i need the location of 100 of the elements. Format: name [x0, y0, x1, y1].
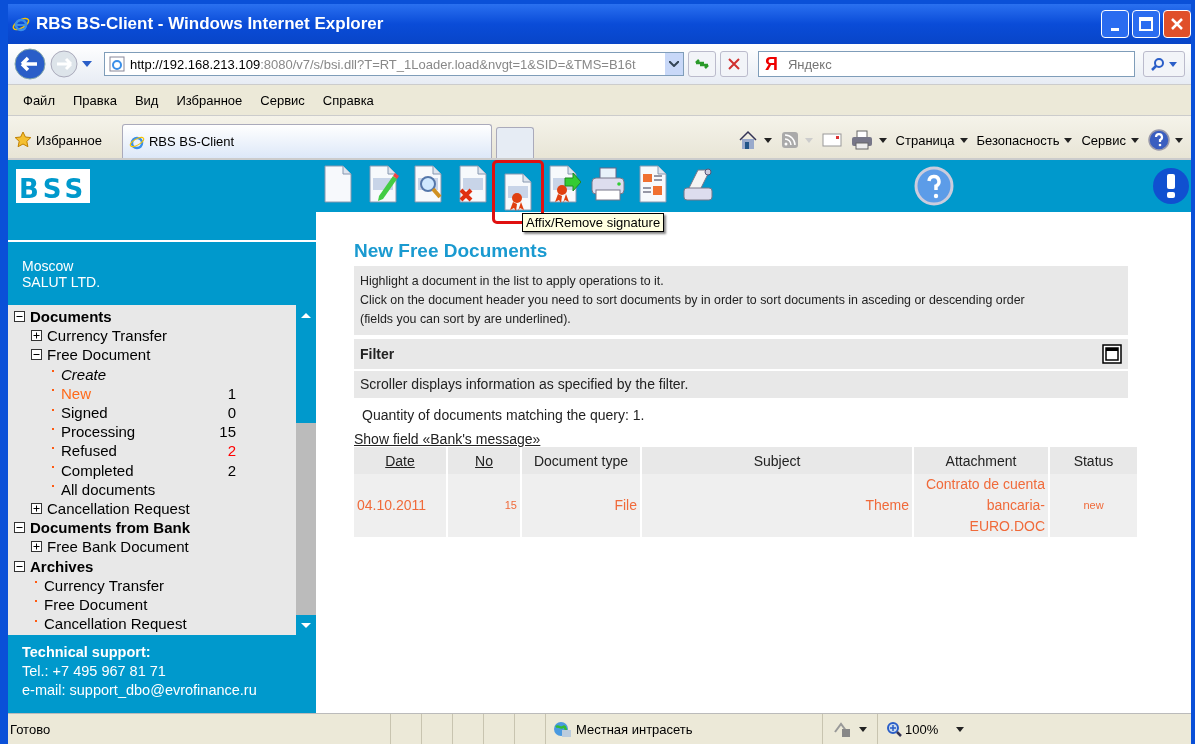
search-button[interactable] [1143, 51, 1185, 77]
caret-icon [1175, 137, 1183, 143]
caret-icon [959, 137, 968, 143]
column-header: Document type [522, 447, 640, 474]
menu-item[interactable]: Файл [16, 90, 62, 110]
filter-label: Filter [360, 346, 395, 362]
bank-logo: BSS [16, 169, 90, 203]
command-menu[interactable]: Безопасность [976, 132, 1073, 148]
status-text: Готово [10, 721, 52, 737]
tree-link[interactable]: Currency Transfer [44, 576, 296, 594]
expand-icon[interactable] [31, 541, 42, 553]
column-header[interactable]: No [448, 447, 520, 474]
browser-tab[interactable]: RBS BS-Client [121, 124, 492, 158]
zoom-icon [886, 721, 902, 737]
table-cell: 04.10.2011 [354, 474, 446, 537]
dropdown-arrow-icon[interactable] [878, 137, 887, 143]
back-button[interactable] [14, 48, 46, 80]
menu-item[interactable]: Вид [127, 90, 166, 110]
table-cell: new [1050, 474, 1137, 537]
print-icon [590, 164, 626, 204]
star-icon [14, 131, 32, 149]
mail-icon[interactable] [821, 133, 842, 147]
page-icon [109, 56, 125, 72]
menu-item[interactable]: Избранное [169, 90, 250, 110]
tree-folder[interactable]: Free Bank Document [47, 538, 296, 556]
command-menu[interactable]: Сервис [1081, 132, 1139, 148]
dropdown-button[interactable] [665, 53, 683, 75]
tree-folder[interactable]: Free Document [47, 346, 296, 364]
dropdown-arrow-icon[interactable] [763, 137, 772, 143]
address-field[interactable]: http://192.168.213.109:8080/v7/s/bsi.dll?T=RT_1Loader.load&nvgt=1&SID=&TMS=B16t [104, 52, 684, 76]
caret-icon [1064, 137, 1073, 143]
page-title: New Free Documents [354, 240, 549, 262]
browser-logo-icon [12, 15, 30, 33]
command-menu[interactable]: Страница [895, 132, 968, 148]
tree-link[interactable]: Completed [61, 461, 212, 479]
favorites-button[interactable]: Избранное [14, 122, 122, 158]
tree-link[interactable]: Cancellation Request [44, 615, 296, 633]
support-title: Technical support: [22, 643, 152, 662]
help-icon [1148, 129, 1170, 151]
quantity-text: Quantity of documents matching the query: 1. [362, 407, 646, 423]
document-count: 1 [226, 384, 236, 402]
refresh-button[interactable] [688, 51, 716, 77]
show-field-link[interactable]: Show field «Bank's message» [354, 431, 541, 447]
expand-filter-icon[interactable] [1102, 344, 1122, 364]
network-globe-icon [552, 720, 572, 738]
expand-icon[interactable] [31, 502, 42, 514]
caret-icon [1131, 137, 1139, 143]
caret-icon [1169, 61, 1177, 67]
tooltip: Affix/Remove signature [522, 213, 665, 232]
expand-icon[interactable] [31, 330, 42, 342]
column-header[interactable]: Date [354, 447, 446, 474]
alert-icon[interactable] [1151, 166, 1191, 206]
collapse-icon[interactable] [14, 560, 25, 572]
dropdown-arrow-icon[interactable] [956, 726, 965, 732]
support-phone: Tel.: +7 495 967 81 71 [22, 662, 167, 681]
tree-folder[interactable]: Currency Transfer [47, 327, 296, 345]
table-cell: Theme [642, 474, 912, 537]
tree-link[interactable]: Signed [61, 404, 212, 422]
menu-item[interactable]: Правка [65, 90, 124, 110]
search-box[interactable]: Я Яндекс [758, 51, 1135, 77]
zoom-level[interactable]: 100% [877, 714, 947, 744]
home-icon[interactable] [737, 130, 758, 150]
close-button[interactable] [1163, 10, 1191, 38]
table-cell: File [522, 474, 640, 537]
table-cell: Contrato de cuenta bancaria-EURO.DOC [914, 474, 1048, 537]
collapse-icon[interactable] [14, 311, 25, 323]
chevron-icon [669, 61, 679, 67]
tree-link[interactable]: Create [61, 365, 296, 383]
minimize-button[interactable] [1101, 10, 1129, 38]
search-icon [1151, 57, 1165, 71]
tree-link[interactable]: Free Document [44, 595, 296, 613]
stop-button[interactable] [720, 51, 748, 77]
url-text: http://192.168.213.109:8080/v7/s/bsi.dll?T=RT_1Loader.load&nvgt=1&SID=&TMS=B16t [130, 56, 637, 72]
help-icon[interactable] [913, 166, 954, 206]
column-header: Subject [642, 447, 912, 474]
menu-item[interactable]: Сервис [253, 90, 312, 110]
tree-link[interactable]: Refused [61, 442, 212, 460]
help-button[interactable] [1148, 129, 1183, 151]
tree-link[interactable]: Processing [61, 423, 212, 441]
window-title: RBS BS-Client - Windows Internet Explorer [36, 14, 384, 34]
tree-folder[interactable]: Documents from Bank [30, 519, 296, 537]
tree-folder[interactable]: Archives [30, 557, 296, 575]
column-header: Status [1050, 447, 1137, 474]
collapse-icon[interactable] [31, 349, 42, 361]
support-email: e-mail: support_dbo@evrofinance.ru [22, 681, 258, 700]
printer-icon[interactable] [850, 130, 873, 150]
maximize-icon [1139, 17, 1153, 31]
location-text: SALUT LTD. [22, 274, 102, 290]
tree-folder[interactable]: Cancellation Request [47, 499, 296, 517]
tree-folder[interactable]: Documents [30, 308, 296, 326]
tree-link[interactable]: All documents [61, 480, 296, 498]
maximize-button[interactable] [1132, 10, 1160, 38]
close-icon [1170, 17, 1184, 31]
location-text: Moscow [22, 258, 75, 274]
scroll-down-button[interactable] [296, 615, 316, 635]
menu-item[interactable]: Справка [315, 90, 381, 110]
collapse-icon[interactable] [14, 522, 25, 534]
scroll-thumb[interactable] [296, 325, 316, 423]
scrollbar[interactable] [296, 305, 316, 635]
hint-text: (fields you can sort by are underlined). [360, 311, 572, 328]
